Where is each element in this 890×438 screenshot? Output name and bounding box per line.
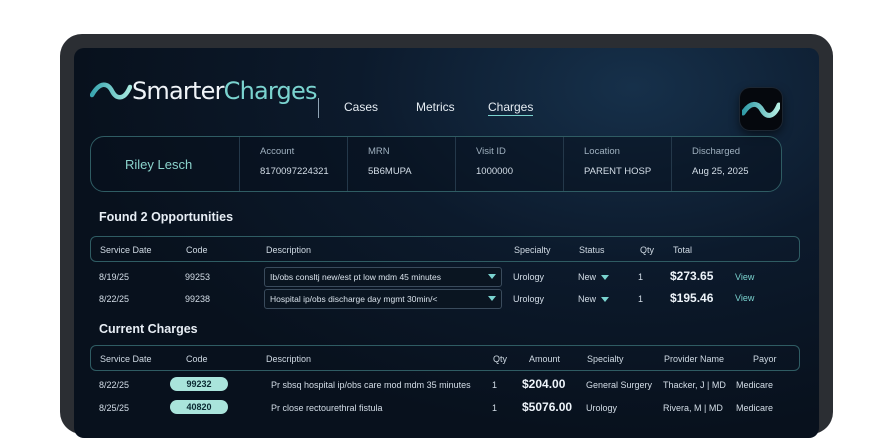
col-provider-name: Provider Name xyxy=(664,354,725,364)
patient-summary-card: Riley Lesch Account 8170097224321 MRN 5B… xyxy=(90,136,782,192)
chevron-down-icon xyxy=(488,296,496,301)
row-provider: Thacker, J | MD xyxy=(663,380,726,390)
row-service-date: 8/22/25 xyxy=(99,380,130,390)
col-service-date: Service Date xyxy=(100,245,152,255)
row-service-date: 8/22/25 xyxy=(99,294,130,304)
col-service-date: Service Date xyxy=(100,354,152,364)
row-payor: Medicare xyxy=(736,403,774,413)
row-specialty: General Surgery xyxy=(586,380,653,390)
header-divider xyxy=(318,98,319,118)
visit-id-label: Visit ID xyxy=(476,146,506,157)
app-logo: SmarterCharges xyxy=(90,74,317,108)
row-payor: Medicare xyxy=(736,380,774,390)
status-dropdown[interactable]: New xyxy=(578,272,610,282)
row-specialty: Urology xyxy=(586,403,618,413)
row-total: $273.65 xyxy=(670,269,714,283)
row-code: 99253 xyxy=(185,272,211,282)
wave-app-icon xyxy=(742,101,780,118)
visit-id-value: 1000000 xyxy=(476,166,513,177)
account-value: 8170097224321 xyxy=(260,166,329,177)
row-qty: 1 xyxy=(492,380,498,390)
location-value: PARENT HOSP xyxy=(584,166,652,177)
account-field: Account 8170097224321 xyxy=(239,137,348,191)
app-icon[interactable] xyxy=(740,88,782,130)
chevron-down-icon xyxy=(601,275,610,281)
current-charges-title: Current Charges xyxy=(99,322,198,336)
status-value: New xyxy=(578,294,597,304)
chevron-down-icon xyxy=(601,297,610,303)
row-provider: Rivera, M | MD xyxy=(663,403,723,413)
logo-accent-text: Charges xyxy=(223,77,318,105)
current-charges-table-header: Service Date Code Description Qty Amount… xyxy=(90,345,800,371)
opportunities-title: Found 2 Opportunities xyxy=(99,210,234,224)
account-label: Account xyxy=(260,146,295,157)
discharged-label: Discharged xyxy=(692,146,741,157)
col-code: Code xyxy=(186,354,208,364)
view-link[interactable]: View xyxy=(735,293,754,303)
col-status: Status xyxy=(579,245,605,255)
row-service-date: 8/19/25 xyxy=(99,272,130,282)
row-specialty: Urology xyxy=(513,294,545,304)
col-payor: Payor xyxy=(753,354,777,364)
code-badge[interactable]: 99232 xyxy=(170,377,228,391)
row-amount: $204.00 xyxy=(522,377,566,391)
code-badge[interactable]: 40820 xyxy=(170,400,228,414)
description-value: Ib/obs consltj new/est pt low mdm 45 min… xyxy=(270,272,442,282)
nav-metrics[interactable]: Metrics xyxy=(416,100,455,114)
row-qty: 1 xyxy=(638,272,644,282)
row-qty: 1 xyxy=(492,403,498,413)
col-code: Code xyxy=(186,245,208,255)
row-description: Pr close rectourethral fistula xyxy=(271,403,383,413)
col-qty: Qty xyxy=(640,245,655,255)
col-total: Total xyxy=(673,245,693,255)
col-qty: Qty xyxy=(493,354,508,364)
row-description: Pr sbsq hospital ip/obs care mod mdm 35 … xyxy=(271,380,471,390)
wave-logo-icon xyxy=(90,82,132,100)
app-screen: SmarterCharges Cases Metrics Charges Ril… xyxy=(74,48,819,438)
opportunities-table-header: Service Date Code Description Specialty … xyxy=(90,236,800,262)
row-amount: $5076.00 xyxy=(522,400,573,414)
col-specialty: Specialty xyxy=(514,245,551,255)
nav-cases[interactable]: Cases xyxy=(344,100,378,114)
mrn-value: 5B6MUPA xyxy=(368,166,412,177)
location-label: Location xyxy=(584,146,620,157)
col-amount: Amount xyxy=(529,354,561,364)
chevron-down-icon xyxy=(488,274,496,279)
logo-primary-text: Smarter xyxy=(132,77,224,105)
row-specialty: Urology xyxy=(513,272,545,282)
description-select[interactable]: Hospital ip/obs discharge day mgmt 30min… xyxy=(264,289,502,309)
view-link[interactable]: View xyxy=(735,272,754,282)
mrn-field: MRN 5B6MUPA xyxy=(347,137,456,191)
location-field: Location PARENT HOSP xyxy=(563,137,672,191)
mrn-label: MRN xyxy=(368,146,390,157)
row-total: $195.46 xyxy=(670,291,714,305)
discharged-field: Discharged Aug 25, 2025 xyxy=(671,137,780,191)
description-select[interactable]: Ib/obs consltj new/est pt low mdm 45 min… xyxy=(264,267,502,287)
status-dropdown[interactable]: New xyxy=(578,294,610,304)
nav-charges[interactable]: Charges xyxy=(488,100,534,116)
tablet-frame: SmarterCharges Cases Metrics Charges Ril… xyxy=(60,34,833,438)
col-description: Description xyxy=(266,245,312,255)
status-value: New xyxy=(578,272,597,282)
col-specialty: Specialty xyxy=(587,354,624,364)
row-qty: 1 xyxy=(638,294,644,304)
patient-name: Riley Lesch xyxy=(125,157,193,172)
row-code: 99238 xyxy=(185,294,211,304)
col-description: Description xyxy=(266,354,312,364)
visit-id-field: Visit ID 1000000 xyxy=(455,137,564,191)
row-service-date: 8/25/25 xyxy=(99,403,130,413)
app-title: SmarterCharges xyxy=(132,77,317,105)
description-value: Hospital ip/obs discharge day mgmt 30min… xyxy=(270,294,438,304)
discharged-value: Aug 25, 2025 xyxy=(692,166,749,177)
